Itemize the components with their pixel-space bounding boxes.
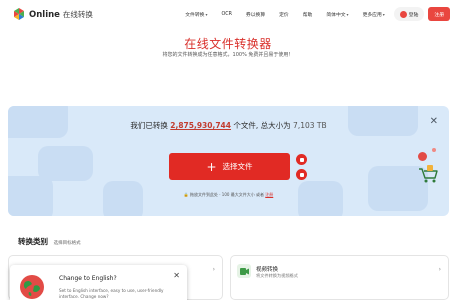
cart-icon bbox=[419, 165, 438, 183]
login-label: 登陆 bbox=[408, 12, 419, 18]
chevron-down-icon: ▾ bbox=[346, 11, 349, 17]
nav-more-apps-label: 更多应用 bbox=[362, 12, 382, 18]
total-size: 7,103 TB bbox=[293, 121, 327, 130]
popup-title: Change to English? bbox=[59, 275, 117, 282]
logo-suffix: 在线转换 bbox=[62, 9, 93, 19]
nav-help-label: 帮助 bbox=[302, 12, 313, 18]
nav-ocr[interactable]: OCR bbox=[214, 12, 238, 17]
nav-pricing[interactable]: 定价 bbox=[272, 11, 296, 18]
logo-text: Online 在线转换 bbox=[29, 9, 93, 20]
lock-icon: 🔒 bbox=[183, 192, 189, 197]
category-name: 视频转换 bbox=[256, 267, 279, 273]
nav-language[interactable]: 简体中文 ▾ bbox=[319, 11, 355, 18]
decor-dot bbox=[432, 148, 436, 152]
nav-unit-convert-label: 券以换算 bbox=[245, 12, 266, 18]
categories-subtitle: 选择目标格式 bbox=[53, 241, 81, 246]
language-popup: Change to English? Set to English interf… bbox=[10, 265, 187, 300]
drop-hint: 🔒 拖放文件到此处 · 100 最大文件大小 或者 注册 bbox=[8, 192, 449, 198]
stats-mid: 个文件, 总大小为 bbox=[233, 121, 291, 130]
chevron-down-icon: ▾ bbox=[382, 11, 385, 17]
nav-file-convert-label: 文件转换 bbox=[185, 12, 205, 18]
chevron-right-icon: › bbox=[438, 266, 441, 273]
logo-icon bbox=[14, 8, 24, 20]
video-icon bbox=[237, 264, 251, 278]
category-desc: 将文件转换为视频格式 bbox=[256, 273, 298, 278]
drop-signup-link[interactable]: 注册 bbox=[265, 192, 273, 197]
page-subtitle: 将您的文件转换成为任意格式，100% 免费并且易于使用！ bbox=[162, 52, 294, 58]
login-button[interactable]: 登陆 bbox=[393, 7, 425, 21]
top-header: Online 在线转换 文件转换 ▾ OCR 券以换算 定价 帮助 简体中文 ▾ 更… bbox=[0, 0, 456, 28]
nav-help[interactable]: 帮助 bbox=[296, 11, 320, 18]
popup-body: Set to English interface, easy to use, u… bbox=[59, 288, 164, 299]
cloud-upload-button[interactable] bbox=[296, 154, 307, 165]
conversion-stats: 我们已转换 2,875,930,744 个文件, 总大小为 7,103 TB bbox=[8, 120, 449, 131]
logo-brand: Online bbox=[29, 9, 60, 20]
signup-button[interactable]: 注册 bbox=[428, 7, 450, 21]
user-icon bbox=[399, 10, 407, 18]
nav-ocr-label: OCR bbox=[221, 11, 232, 17]
site-logo[interactable]: Online 在线转换 bbox=[12, 7, 93, 21]
upload-card[interactable]: ✕ 我们已转换 2,875,930,744 个文件, 总大小为 7,103 TB… bbox=[8, 106, 449, 216]
nav-language-label: 简体中文 bbox=[326, 12, 346, 18]
categories-title: 转换类别 bbox=[18, 237, 48, 246]
chevron-right-icon: › bbox=[212, 266, 215, 273]
categories-heading: 转换类别 选择目标格式 bbox=[18, 236, 81, 247]
dropbox-button[interactable] bbox=[296, 169, 307, 180]
nav-pricing-label: 定价 bbox=[279, 12, 289, 18]
choose-file-button[interactable]: + 选择文件 bbox=[169, 153, 290, 180]
nav-unit-convert[interactable]: 券以换算 bbox=[239, 11, 272, 18]
signup-label: 注册 bbox=[434, 12, 444, 18]
nav-file-convert[interactable]: 文件转换 ▾ bbox=[178, 11, 214, 18]
main-nav: 文件转换 ▾ OCR 券以换算 定价 帮助 简体中文 ▾ 更多应用 ▾ 登陆 注册 bbox=[178, 7, 450, 21]
choose-file-label: 选择文件 bbox=[222, 162, 253, 171]
category-card-video[interactable]: 视频转换 将文件转换为视频格式 › bbox=[230, 255, 449, 300]
drop-text: 拖放文件到此处 · 100 最大文件大小 或者 bbox=[189, 192, 264, 197]
plus-icon: + bbox=[206, 159, 217, 174]
files-converted-count: 2,875,930,744 bbox=[170, 121, 231, 130]
page-title: 在线文件转换器 bbox=[184, 37, 272, 51]
puzzle-decoration bbox=[298, 181, 343, 216]
nav-more-apps[interactable]: 更多应用 ▾ bbox=[356, 11, 392, 18]
stats-prefix: 我们已转换 bbox=[130, 121, 168, 130]
close-icon[interactable]: ✕ bbox=[173, 271, 180, 280]
globe-icon bbox=[20, 275, 44, 299]
decor-bubble bbox=[418, 152, 427, 161]
puzzle-decoration bbox=[103, 181, 143, 216]
chevron-down-icon: ▾ bbox=[205, 11, 208, 17]
